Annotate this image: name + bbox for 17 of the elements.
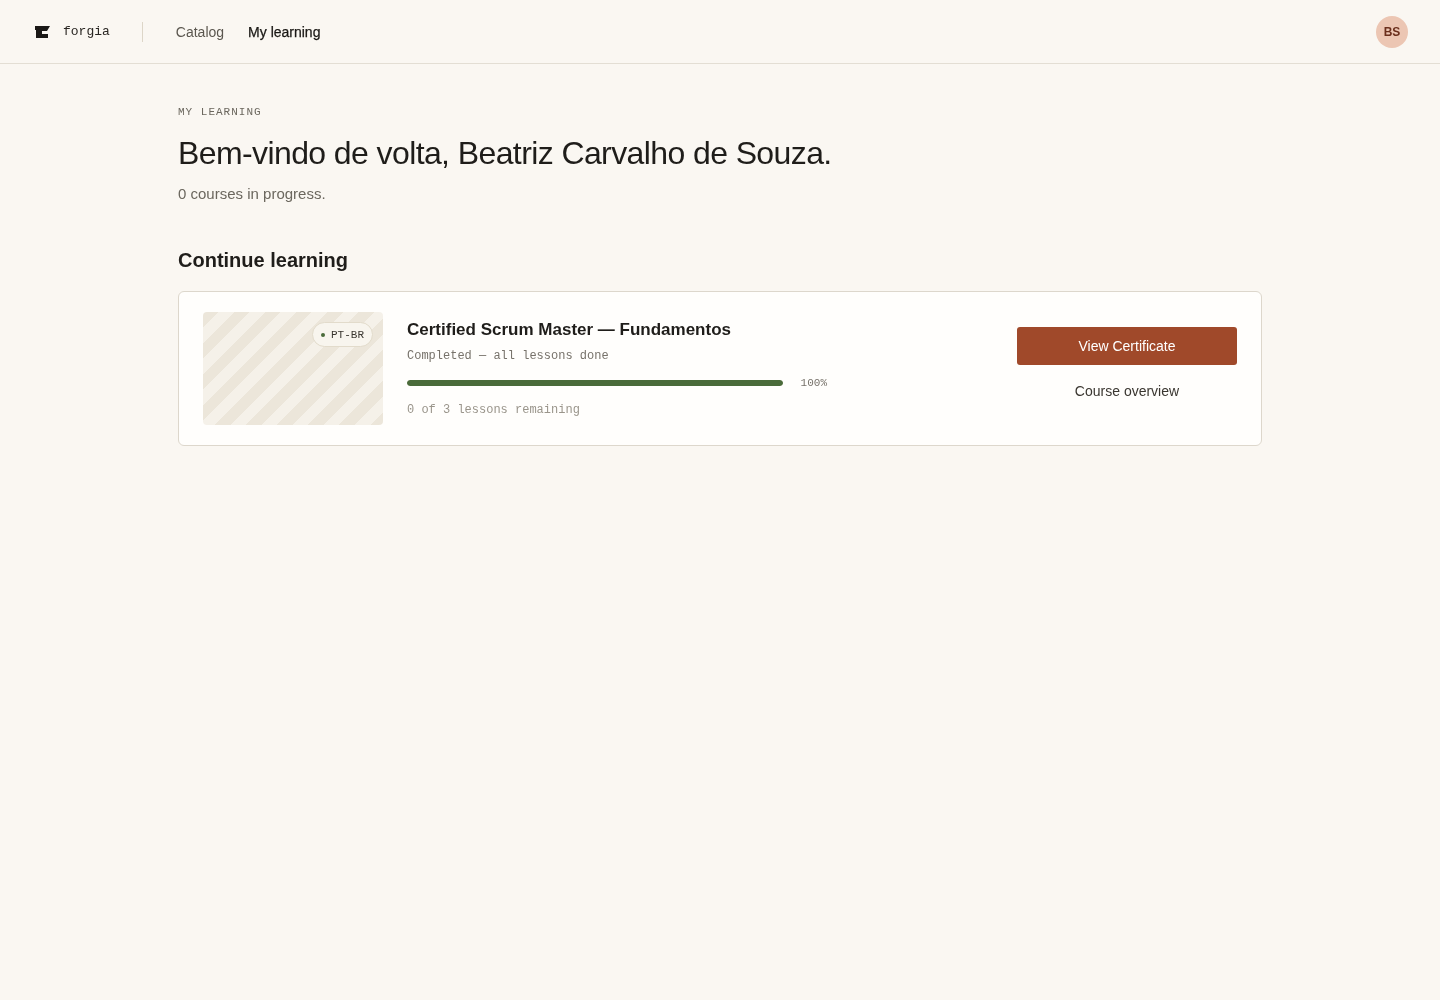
lessons-remaining: 0 of 3 lessons remaining [407, 402, 581, 418]
user-avatar[interactable]: BS [1376, 15, 1408, 48]
nav-link[interactable]: My learning [248, 23, 321, 40]
section-heading: Continue learning [178, 248, 349, 273]
course-overview-link[interactable]: Course overview [1074, 381, 1180, 401]
nav-link[interactable]: Catalog [175, 23, 225, 40]
progress-percent: 100% [800, 377, 827, 389]
page-eyebrow: MY LEARNING [178, 105, 263, 120]
course-title: Certified Scrum Master — Fundamentos [407, 319, 732, 341]
logo-icon [35, 25, 50, 38]
page-title: Bem-vindo de volta, Beatriz Carvalho de Souza. [178, 134, 833, 173]
status-dot-icon [321, 332, 325, 337]
language-code: PT-BR [331, 328, 364, 341]
certificate-button[interactable]: View Certificate [1017, 327, 1237, 365]
progress-summary: 0 courses in progress. [178, 184, 327, 204]
course-status: Completed — all lessons done [407, 348, 610, 364]
brand-name: forgia [63, 24, 110, 39]
